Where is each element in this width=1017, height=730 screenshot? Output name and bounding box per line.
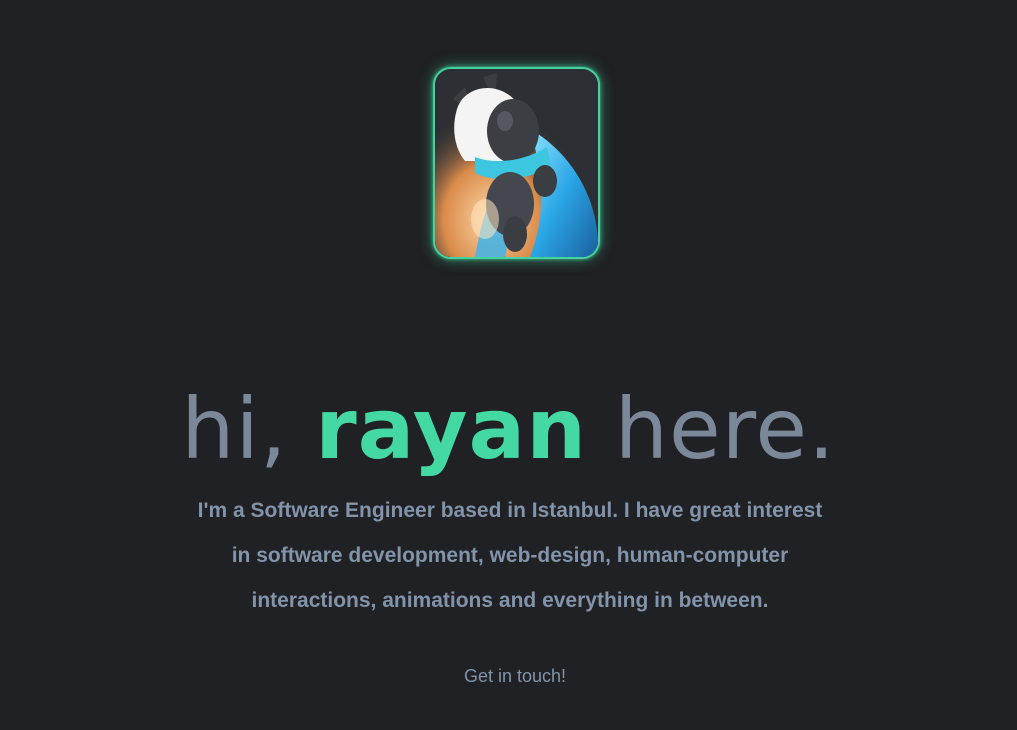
bio-text: I'm a Software Engineer based in Istanbu… bbox=[197, 499, 823, 612]
page-title: hi, rayan here. bbox=[0, 374, 1017, 484]
get-in-touch-link[interactable]: Get in touch! bbox=[440, 662, 590, 690]
greeting-prefix: hi, bbox=[181, 380, 288, 479]
name-highlight: rayan bbox=[315, 380, 588, 479]
greeting-suffix: here. bbox=[614, 380, 836, 479]
hero-section: hi, rayan here. I'm a Software Engineer … bbox=[0, 0, 1017, 730]
avatar-illustration bbox=[435, 69, 598, 257]
avatar bbox=[433, 67, 600, 259]
